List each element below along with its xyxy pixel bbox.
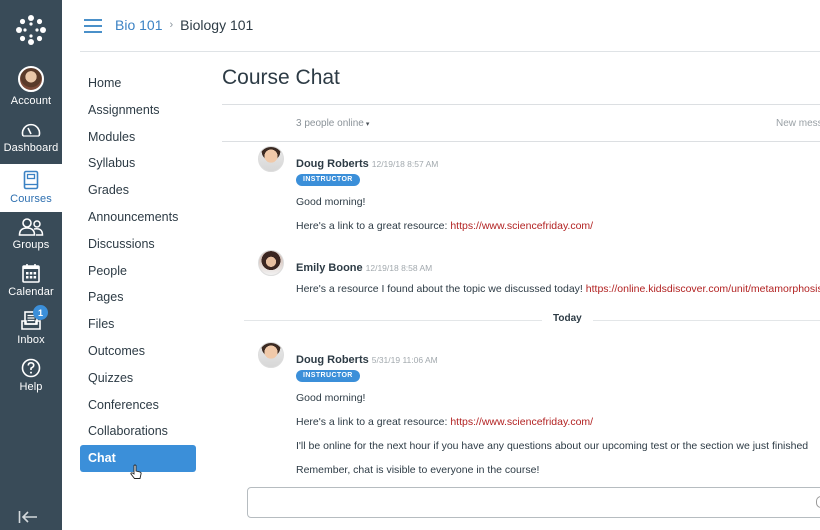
date-divider-line bbox=[244, 320, 820, 321]
global-nav-label: Help bbox=[19, 381, 43, 393]
emoji-picker-icon[interactable] bbox=[816, 496, 820, 508]
global-nav-label: Dashboard bbox=[3, 142, 59, 154]
course-nav-quizzes[interactable]: Quizzes bbox=[80, 365, 196, 392]
message-text: Remember, chat is visible to everyone in… bbox=[296, 464, 540, 476]
header-divider bbox=[80, 51, 820, 52]
canvas-logo-icon[interactable] bbox=[0, 0, 62, 60]
global-nav-inbox[interactable]: 1 Inbox bbox=[0, 305, 62, 355]
help-icon bbox=[21, 358, 41, 378]
course-nav-conferences[interactable]: Conferences bbox=[80, 392, 196, 419]
message-author[interactable]: Doug Roberts 12/19/18 8:57 AM bbox=[296, 158, 438, 170]
new-messages-indicator[interactable]: New mess bbox=[776, 118, 820, 129]
course-nav-home[interactable]: Home bbox=[80, 70, 196, 97]
global-nav-label: Account bbox=[10, 95, 52, 107]
calendar-icon bbox=[22, 264, 40, 283]
breadcrumb-course-link[interactable]: Bio 101 bbox=[115, 17, 162, 33]
people-icon bbox=[18, 218, 44, 236]
online-divider bbox=[222, 141, 820, 142]
author-name: Doug Roberts bbox=[296, 354, 369, 366]
course-nav-syllabus[interactable]: Syllabus bbox=[80, 150, 196, 177]
breadcrumb: Bio 101 › Biology 101 bbox=[115, 17, 253, 33]
message-text: Good morning! bbox=[296, 392, 366, 404]
online-count: 3 people online bbox=[296, 118, 364, 129]
avatar bbox=[18, 66, 44, 92]
hamburger-menu-icon[interactable] bbox=[84, 19, 102, 33]
author-name: Emily Boone bbox=[296, 262, 363, 274]
global-nav-account[interactable]: Account bbox=[0, 66, 62, 112]
message-text: Here's a link to a great resource: https… bbox=[296, 220, 593, 232]
course-nav-pages[interactable]: Pages bbox=[80, 284, 196, 311]
global-nav-label: Courses bbox=[10, 193, 52, 205]
course-nav-assignments[interactable]: Assignments bbox=[80, 97, 196, 124]
breadcrumb-separator: › bbox=[169, 19, 174, 31]
global-nav-dashboard[interactable]: Dashboard bbox=[0, 121, 62, 163]
message-text: Good morning! bbox=[296, 196, 366, 208]
global-nav-label: Inbox bbox=[17, 334, 45, 346]
chat-message: Doug Roberts 12/19/18 8:57 AM INSTRUCTOR … bbox=[258, 146, 820, 241]
chat-message-input[interactable] bbox=[247, 487, 820, 518]
message-text: Here's a resource I found about the topi… bbox=[296, 283, 820, 295]
message-text: Here's a link to a great resource: https… bbox=[296, 416, 593, 428]
hand-cursor-icon bbox=[130, 464, 142, 479]
global-nav-groups[interactable]: Groups bbox=[0, 218, 62, 260]
course-nav: Home Assignments Modules Syllabus Grades… bbox=[80, 70, 196, 472]
chat-message: Emily Boone 12/19/18 8:58 AM Here's a res… bbox=[258, 250, 820, 300]
message-timestamp: 5/31/19 11:06 AM bbox=[371, 355, 438, 365]
avatar[interactable] bbox=[258, 342, 284, 368]
book-icon bbox=[23, 170, 39, 190]
chat-message: Doug Roberts 5/31/19 11:06 AM INSTRUCTOR … bbox=[258, 342, 820, 482]
global-nav-label: Groups bbox=[12, 239, 50, 251]
breadcrumb-current: Biology 101 bbox=[180, 17, 254, 33]
course-nav-modules[interactable]: Modules bbox=[80, 124, 196, 151]
date-divider-label: Today bbox=[542, 313, 593, 324]
instructor-badge: INSTRUCTOR bbox=[296, 174, 360, 186]
avatar[interactable] bbox=[258, 146, 284, 172]
message-text: I'll be online for the next hour if you … bbox=[296, 440, 809, 452]
message-timestamp: 12/19/18 8:58 AM bbox=[365, 263, 433, 273]
course-nav-discussions[interactable]: Discussions bbox=[80, 231, 196, 258]
caret-down-icon: ▾ bbox=[365, 121, 370, 128]
message-author[interactable]: Emily Boone 12/19/18 8:58 AM bbox=[296, 262, 432, 274]
course-nav-grades[interactable]: Grades bbox=[80, 177, 196, 204]
avatar[interactable] bbox=[258, 250, 284, 276]
header: Bio 101 › Biology 101 bbox=[62, 0, 820, 52]
course-nav-files[interactable]: Files bbox=[80, 311, 196, 338]
course-nav-outcomes[interactable]: Outcomes bbox=[80, 338, 196, 365]
course-nav-announcements[interactable]: Announcements bbox=[80, 204, 196, 231]
message-link[interactable]: https://www.sciencefriday.com/ bbox=[450, 416, 593, 428]
page-title: Course Chat bbox=[222, 66, 340, 89]
online-users-dropdown[interactable]: 3 people online ▾ bbox=[296, 118, 369, 129]
title-divider bbox=[222, 104, 820, 105]
message-author[interactable]: Doug Roberts 5/31/19 11:06 AM bbox=[296, 354, 438, 366]
message-link[interactable]: https://www.sciencefriday.com/ bbox=[450, 220, 593, 232]
message-text-body: Here's a resource I found about the topi… bbox=[296, 283, 586, 295]
message-text-body: Here's a link to a great resource: bbox=[296, 416, 451, 428]
author-name: Doug Roberts bbox=[296, 158, 369, 170]
global-nav: Account Dashboard Courses Groups Calenda… bbox=[0, 0, 62, 530]
message-timestamp: 12/19/18 8:57 AM bbox=[371, 159, 439, 169]
course-nav-people[interactable]: People bbox=[80, 258, 196, 285]
speedometer-icon bbox=[21, 123, 41, 137]
instructor-badge: INSTRUCTOR bbox=[296, 370, 360, 382]
global-nav-help[interactable]: Help bbox=[0, 358, 62, 400]
global-nav-calendar[interactable]: Calendar bbox=[0, 263, 62, 307]
inbox-unread-badge: 1 bbox=[33, 305, 48, 320]
message-text-body: Here's a link to a great resource: bbox=[296, 220, 451, 232]
collapse-arrow-icon[interactable] bbox=[18, 510, 38, 525]
global-nav-label: Calendar bbox=[8, 286, 54, 298]
course-nav-collaborations[interactable]: Collaborations bbox=[80, 418, 196, 445]
global-nav-courses[interactable]: Courses bbox=[0, 164, 62, 212]
message-link[interactable]: https://online.kidsdiscover.com/unit/met… bbox=[586, 283, 820, 295]
